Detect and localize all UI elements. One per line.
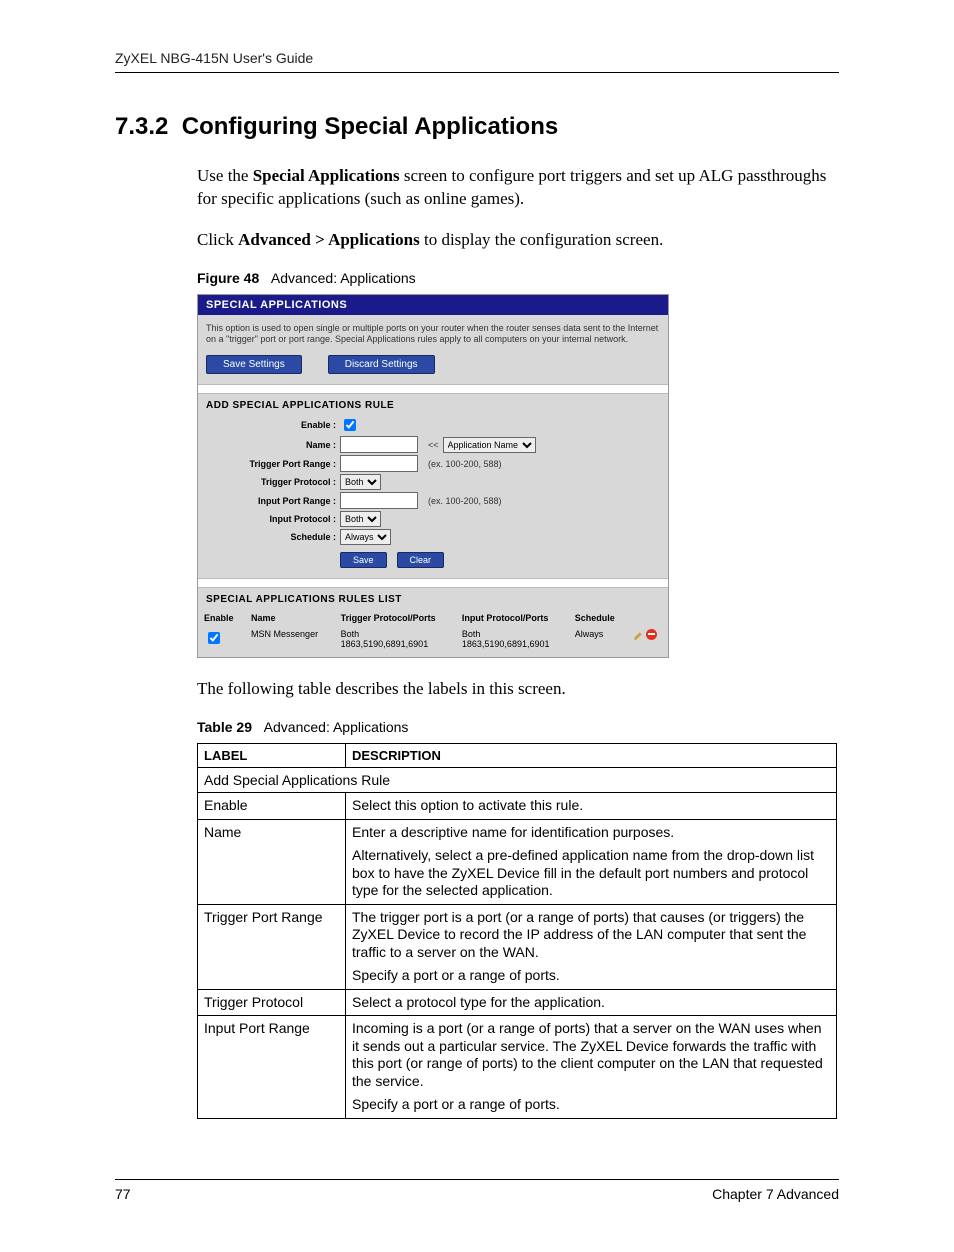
- row-name: MSN Messenger: [245, 627, 335, 651]
- cell-label: Trigger Protocol: [198, 989, 346, 1016]
- section-number: 7.3.2: [115, 113, 168, 140]
- cell-desc: Enter a descriptive name for identificat…: [346, 819, 837, 904]
- section-title: Configuring Special Applications: [182, 113, 558, 140]
- enable-label: Enable :: [206, 420, 340, 430]
- description-table: LABEL DESCRIPTION Add Special Applicatio…: [197, 743, 837, 1119]
- col-trigger: Trigger Protocol/Ports: [335, 609, 456, 627]
- th-label: LABEL: [198, 744, 346, 768]
- cell-desc: Select this option to activate this rule…: [346, 793, 837, 820]
- application-name-select[interactable]: Application Name: [443, 437, 536, 453]
- row-input: Both1863,5190,6891,6901: [456, 627, 569, 651]
- rules-table: Enable Name Trigger Protocol/Ports Input…: [198, 609, 668, 651]
- input-range-input[interactable]: [340, 492, 418, 509]
- cell-desc: Select a protocol type for the applicati…: [346, 989, 837, 1016]
- trigger-range-label: Trigger Port Range :: [206, 459, 340, 469]
- panel-description: This option is used to open single or mu…: [198, 315, 668, 352]
- table-row: MSN Messenger Both1863,5190,6891,6901 Bo…: [198, 627, 668, 651]
- trigger-proto-label: Trigger Protocol :: [206, 477, 340, 487]
- table-caption: Table 29 Advanced: Applications: [197, 719, 839, 735]
- running-head: ZyXEL NBG-415N User's Guide: [115, 50, 839, 73]
- cell-desc: Incoming is a port (or a range of ports)…: [346, 1016, 837, 1119]
- schedule-select[interactable]: Always: [340, 529, 391, 545]
- input-proto-label: Input Protocol :: [206, 514, 340, 524]
- row-schedule: Always: [569, 627, 628, 651]
- enable-checkbox[interactable]: [344, 419, 356, 431]
- panel-header: SPECIAL APPLICATIONS: [198, 295, 668, 315]
- subheader-row: Add Special Applications Rule: [198, 768, 837, 793]
- row-trigger: Both1863,5190,6891,6901: [335, 627, 456, 651]
- intro-paragraph-1: Use the Special Applications screen to c…: [115, 165, 839, 211]
- save-settings-button[interactable]: Save Settings: [206, 355, 302, 374]
- name-input[interactable]: [340, 436, 418, 453]
- schedule-label: Schedule :: [206, 532, 340, 542]
- col-name: Name: [245, 609, 335, 627]
- figure-caption: Figure 48 Advanced: Applications: [197, 270, 839, 286]
- col-schedule: Schedule: [569, 609, 628, 627]
- page-number: 77: [115, 1186, 131, 1202]
- edit-icon[interactable]: [634, 630, 644, 640]
- name-label: Name :: [206, 440, 340, 450]
- add-rule-header: ADD SPECIAL APPLICATIONS RULE: [198, 394, 668, 415]
- save-button[interactable]: Save: [340, 552, 387, 568]
- col-input: Input Protocol/Ports: [456, 609, 569, 627]
- col-enable: Enable: [198, 609, 245, 627]
- input-proto-select[interactable]: Both: [340, 511, 381, 527]
- app-name-arrow: <<: [420, 440, 439, 450]
- row-enable-checkbox[interactable]: [208, 632, 220, 644]
- th-description: DESCRIPTION: [346, 744, 837, 768]
- section-heading: 7.3.2 Configuring Special Applications: [115, 113, 839, 141]
- cell-label: Name: [198, 819, 346, 904]
- cell-label: Enable: [198, 793, 346, 820]
- clear-button[interactable]: Clear: [397, 552, 445, 568]
- table-intro: The following table describes the labels…: [115, 678, 839, 701]
- input-range-hint: (ex. 100-200, 588): [420, 496, 502, 506]
- cell-label: Input Port Range: [198, 1016, 346, 1119]
- page-footer: 77 Chapter 7 Advanced: [115, 1179, 839, 1202]
- input-range-label: Input Port Range :: [206, 496, 340, 506]
- cell-label: Trigger Port Range: [198, 904, 346, 989]
- intro-paragraph-2: Click Advanced > Applications to display…: [115, 229, 839, 252]
- delete-icon[interactable]: [646, 629, 657, 640]
- chapter-ref: Chapter 7 Advanced: [712, 1186, 839, 1202]
- discard-settings-button[interactable]: Discard Settings: [328, 355, 435, 374]
- cell-desc: The trigger port is a port (or a range o…: [346, 904, 837, 989]
- screenshot-special-applications: SPECIAL APPLICATIONS This option is used…: [197, 294, 669, 659]
- trigger-proto-select[interactable]: Both: [340, 474, 381, 490]
- trigger-range-hint: (ex. 100-200, 588): [420, 459, 502, 469]
- rules-list-header: SPECIAL APPLICATIONS RULES LIST: [198, 588, 668, 609]
- trigger-range-input[interactable]: [340, 455, 418, 472]
